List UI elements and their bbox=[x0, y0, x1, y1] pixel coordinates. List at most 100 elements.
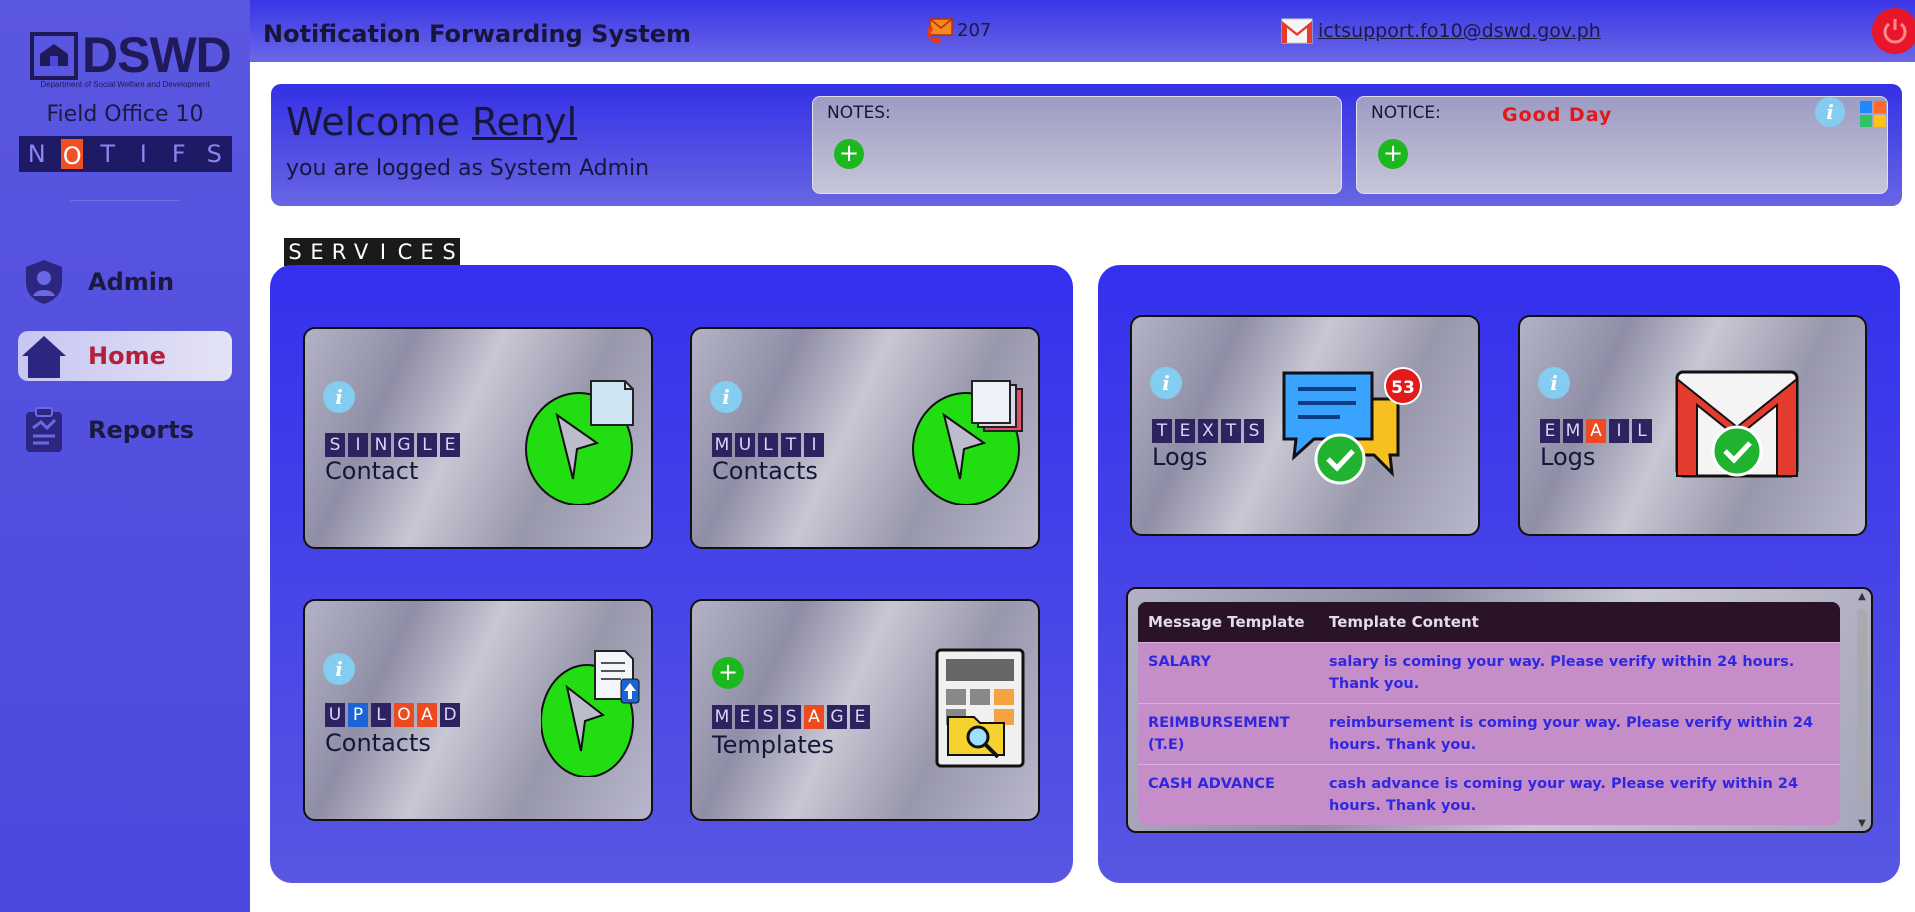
apps-icon[interactable] bbox=[1858, 99, 1888, 129]
card-title: Logs bbox=[1540, 443, 1596, 471]
services-letter: S bbox=[288, 240, 302, 264]
tile-letter: M bbox=[712, 705, 732, 729]
logo-subtitle: Department of Social Welfare and Develop… bbox=[40, 80, 210, 89]
upload-tiles: UPLOAD bbox=[325, 703, 463, 727]
clipboard-chart-icon bbox=[18, 405, 70, 455]
logo-text: DSWD bbox=[82, 27, 232, 83]
services-letter: V bbox=[353, 240, 369, 264]
user-shield-icon bbox=[18, 257, 70, 307]
tile-letter: X bbox=[1198, 419, 1218, 443]
table-row[interactable]: REIMBURSEMENT (T.E) reimbursement is com… bbox=[1138, 703, 1840, 764]
card-title: Contacts bbox=[325, 729, 431, 757]
scroll-down-arrow-icon[interactable]: ▼ bbox=[1856, 818, 1868, 829]
message-tiles: MESSAGE bbox=[712, 705, 873, 729]
tile-letter: T bbox=[1221, 419, 1241, 443]
template-name: REIMBURSEMENT (T.E) bbox=[1148, 715, 1290, 753]
info-icon[interactable]: i bbox=[323, 653, 355, 685]
templates-table: Message Template Template Content SALARY… bbox=[1138, 602, 1840, 825]
notifs-letter: T bbox=[100, 140, 116, 168]
add-template-button[interactable]: + bbox=[712, 657, 744, 689]
info-icon[interactable]: i bbox=[710, 381, 742, 413]
add-notice-button[interactable]: + bbox=[1378, 139, 1408, 169]
template-content: cash advance is coming your way. Please … bbox=[1329, 776, 1799, 814]
tile-letter: I bbox=[1609, 419, 1629, 443]
info-icon[interactable]: i bbox=[1538, 367, 1570, 399]
tile-letter: S bbox=[1244, 419, 1264, 443]
upload-contacts-card[interactable]: i UPLOAD Contacts bbox=[303, 599, 653, 821]
username-link[interactable]: Renyl bbox=[472, 100, 577, 144]
services-letter: E bbox=[310, 240, 324, 264]
notifs-banner: N O T I F S bbox=[19, 136, 232, 172]
email-logs-card[interactable]: i EMAIL Logs bbox=[1518, 315, 1867, 536]
role-text: you are logged as System Admin bbox=[286, 156, 650, 181]
card-title: Templates bbox=[712, 731, 835, 759]
tile-letter: M bbox=[712, 433, 732, 457]
texts-logs-card[interactable]: i TEXTS Logs 53 bbox=[1130, 315, 1480, 536]
field-office-label: Field Office 10 bbox=[46, 102, 204, 127]
scrollbar-thumb[interactable] bbox=[1857, 609, 1867, 803]
tile-letter: M bbox=[1563, 419, 1583, 443]
tile-letter: E bbox=[1540, 419, 1560, 443]
scroll-up-arrow-icon[interactable]: ▲ bbox=[1856, 591, 1868, 602]
tile-letter: A bbox=[1586, 419, 1606, 443]
tile-letter: E bbox=[440, 433, 460, 457]
sms-count: 207 bbox=[957, 20, 992, 41]
sidebar-item-admin[interactable]: Admin bbox=[18, 257, 232, 307]
power-icon bbox=[1883, 19, 1907, 44]
texts-tiles: TEXTS bbox=[1152, 419, 1267, 443]
single-tiles: SINGLE bbox=[325, 433, 463, 457]
card-title: Contacts bbox=[712, 457, 818, 485]
tile-letter: A bbox=[804, 705, 824, 729]
tile-letter: S bbox=[325, 433, 345, 457]
single-contact-card[interactable]: i SINGLE Contact bbox=[303, 327, 653, 549]
tile-letter: E bbox=[1175, 419, 1195, 443]
sidebar-item-reports[interactable]: Reports bbox=[18, 405, 232, 455]
texts-count-badge: 53 bbox=[1384, 367, 1422, 405]
table-scrollbar[interactable]: ▲ ▼ bbox=[1854, 591, 1870, 829]
notifs-letter: O bbox=[59, 137, 86, 171]
sidebar-item-label: Admin bbox=[88, 268, 175, 296]
gmail-icon bbox=[1281, 18, 1313, 44]
tile-letter: D bbox=[440, 703, 460, 727]
sidebar-item-home[interactable]: Home bbox=[18, 331, 232, 381]
tile-letter: N bbox=[371, 433, 391, 457]
send-document-icon bbox=[525, 380, 634, 505]
template-name: CASH ADVANCE bbox=[1148, 776, 1275, 792]
home-icon bbox=[18, 331, 70, 381]
welcome-greeting: Welcome bbox=[286, 100, 460, 144]
tile-letter: I bbox=[348, 433, 368, 457]
info-icon[interactable]: i bbox=[1150, 367, 1182, 399]
tile-letter: P bbox=[348, 703, 368, 727]
welcome-heading: Welcome Renyl bbox=[286, 100, 577, 144]
tile-letter: L bbox=[417, 433, 437, 457]
sms-envelope-icon bbox=[926, 18, 953, 44]
tile-letter: E bbox=[735, 705, 755, 729]
tile-letter: I bbox=[804, 433, 824, 457]
notice-label: NOTICE: bbox=[1371, 103, 1441, 123]
services-label: S E R V I C E S bbox=[284, 238, 460, 266]
send-multiple-documents-icon bbox=[912, 380, 1023, 505]
table-row[interactable]: CASH ADVANCE cash advance is coming your… bbox=[1138, 764, 1840, 825]
welcome-panel: Welcome Renyl you are logged as System A… bbox=[271, 84, 1902, 206]
sidebar-divider bbox=[70, 200, 180, 201]
services-letter: S bbox=[442, 240, 456, 264]
support-email-link[interactable]: ictsupport.fo10@dswd.gov.ph bbox=[1318, 20, 1601, 42]
template-calculator-icon bbox=[935, 648, 1025, 768]
gmail-check-icon bbox=[1675, 370, 1799, 478]
services-letter: C bbox=[397, 240, 413, 264]
tile-letter: O bbox=[394, 703, 414, 727]
tile-letter: A bbox=[417, 703, 437, 727]
logout-button[interactable] bbox=[1872, 8, 1915, 54]
info-icon[interactable]: i bbox=[323, 381, 355, 413]
tile-letter: U bbox=[325, 703, 345, 727]
info-icon[interactable]: i bbox=[1815, 97, 1845, 127]
tile-letter: L bbox=[1632, 419, 1652, 443]
table-row[interactable]: SALARY salary is coming your way. Please… bbox=[1138, 642, 1840, 703]
multi-contacts-card[interactable]: i MULTI Contacts bbox=[690, 327, 1040, 549]
card-title: Contact bbox=[325, 457, 419, 485]
message-templates-card[interactable]: + MESSAGE Templates bbox=[690, 599, 1040, 821]
add-note-button[interactable]: + bbox=[834, 139, 864, 169]
notifs-letter: I bbox=[139, 140, 147, 168]
templates-table-panel: Message Template Template Content SALARY… bbox=[1126, 587, 1873, 833]
tile-letter: S bbox=[758, 705, 778, 729]
